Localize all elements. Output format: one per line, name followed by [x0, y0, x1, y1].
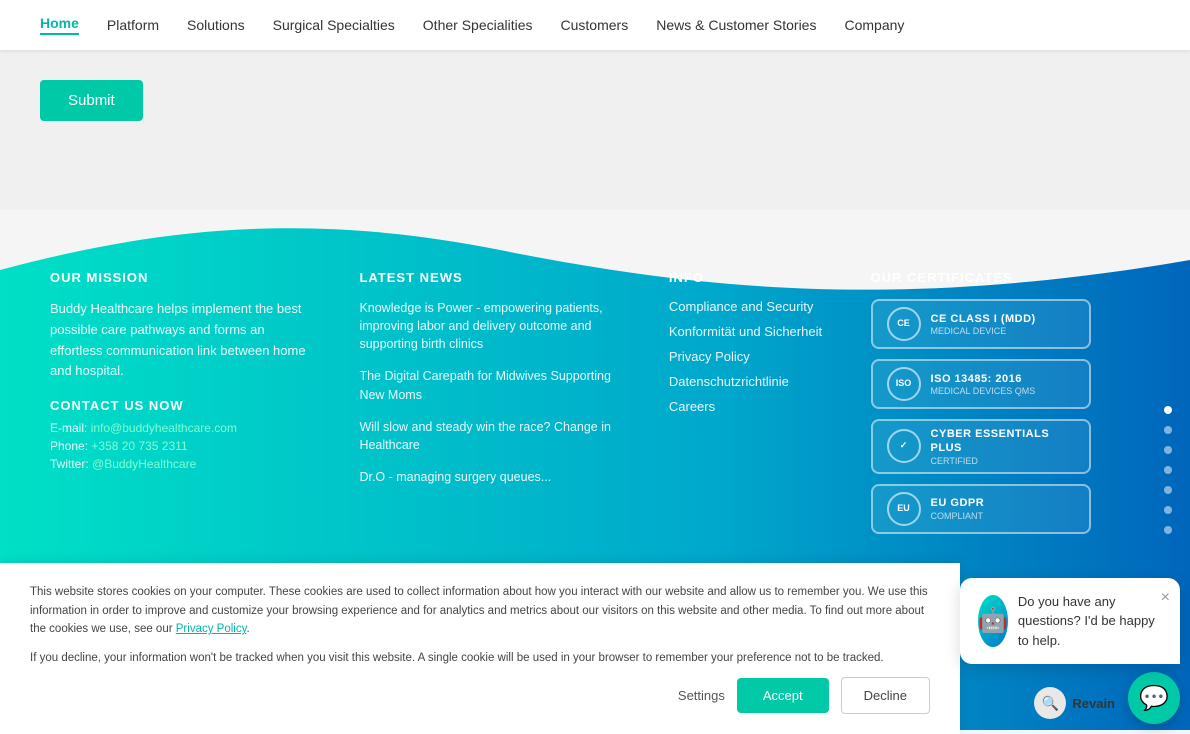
cert-text-iso: ISO 13485: 2016 MEDICAL DEVICES QMS — [931, 372, 1036, 396]
nav-item-other-specialities[interactable]: Other Specialities — [423, 17, 533, 33]
dot-7[interactable] — [1164, 526, 1172, 534]
news-item-2[interactable]: The Digital Carepath for Midwives Suppor… — [359, 367, 628, 403]
cookie-text-decline-info: If you decline, your information won't b… — [30, 649, 930, 667]
info-heading: INFO — [669, 270, 831, 285]
news-item-4[interactable]: Dr.O - managing surgery queues... — [359, 468, 628, 486]
email-value[interactable]: info@buddyhealthcare.com — [91, 421, 237, 435]
cert-badge-iso: ISO ISO 13485: 2016 MEDICAL DEVICES QMS — [871, 359, 1091, 409]
revain-icon: 🔍 — [1034, 687, 1066, 719]
cert-text-ce: CE CLASS I (MDD) MEDICAL DEVICE — [931, 312, 1036, 336]
twitter-line: Twitter: @BuddyHealthcare — [50, 457, 319, 471]
info-link-3[interactable]: Privacy Policy — [669, 349, 831, 364]
cookie-actions: Settings Accept Decline — [30, 677, 930, 714]
chat-close-button[interactable]: × — [1161, 586, 1170, 610]
news-item-1[interactable]: Knowledge is Power - empowering patients… — [359, 299, 628, 353]
chat-avatar-row: 🤖 Do you have any questions? I'd be happ… — [978, 592, 1162, 651]
twitter-value[interactable]: @BuddyHealthcare — [92, 457, 196, 471]
dot-5[interactable] — [1164, 486, 1172, 494]
nav-item-platform[interactable]: Platform — [107, 17, 159, 33]
twitter-label: Twitter: — [50, 457, 89, 471]
nav-item-company[interactable]: Company — [844, 17, 904, 33]
revain-label[interactable]: Revain — [1072, 696, 1115, 711]
nav-item-home[interactable]: Home — [40, 15, 79, 35]
navbar: Home Platform Solutions Surgical Special… — [0, 0, 1190, 50]
privacy-policy-link[interactable]: Privacy Policy — [176, 623, 247, 635]
footer-content: OUR MISSION Buddy Healthcare helps imple… — [0, 210, 1190, 584]
footer-certificates-column: OUR CERTIFICATES CE CE CLASS I (MDD) MED… — [871, 270, 1140, 544]
dot-1[interactable] — [1164, 406, 1172, 414]
info-link-2[interactable]: Konformität und Sicherheit — [669, 324, 831, 339]
cookie-settings-button[interactable]: Settings — [678, 688, 725, 703]
chat-bubble: × 🤖 Do you have any questions? I'd be ha… — [960, 578, 1180, 665]
footer-mission-column: OUR MISSION Buddy Healthcare helps imple… — [50, 270, 319, 544]
mission-text: Buddy Healthcare helps implement the bes… — [50, 299, 319, 382]
dot-6[interactable] — [1164, 506, 1172, 514]
info-link-4[interactable]: Datenschutzrichtlinie — [669, 374, 831, 389]
cyber-icon: ✓ — [887, 429, 921, 463]
email-label: E-mail: — [50, 421, 87, 435]
ce-icon: CE — [887, 307, 921, 341]
iso-icon: ISO — [887, 367, 921, 401]
footer-info-column: INFO Compliance and Security Konformität… — [669, 270, 831, 544]
contact-heading: CONTACT US NOW — [50, 398, 319, 413]
cert-text-gdpr: EU GDPR COMPLIANT — [931, 496, 985, 520]
cookie-text-main: This website stores cookies on your comp… — [30, 583, 930, 638]
top-content-area: Submit — [0, 50, 1190, 210]
info-link-5[interactable]: Careers — [669, 399, 831, 414]
cookie-decline-button[interactable]: Decline — [841, 677, 930, 714]
section-dots-nav — [1164, 406, 1172, 534]
nav-item-news[interactable]: News & Customer Stories — [656, 17, 816, 33]
nav-item-customers[interactable]: Customers — [561, 17, 629, 33]
chat-open-button[interactable]: 💬 — [1128, 672, 1180, 724]
cert-badge-gdpr: EU EU GDPR COMPLIANT — [871, 484, 1091, 534]
cookie-banner: This website stores cookies on your comp… — [0, 563, 960, 734]
cert-badge-ce: CE CE CLASS I (MDD) MEDICAL DEVICE — [871, 299, 1091, 349]
phone-line: Phone: +358 20 735 2311 — [50, 439, 319, 453]
news-heading: LATEST NEWS — [359, 270, 628, 285]
nav-item-solutions[interactable]: Solutions — [187, 17, 245, 33]
dot-4[interactable] — [1164, 466, 1172, 474]
submit-button[interactable]: Submit — [40, 80, 143, 121]
cert-badge-cyber: ✓ CYBER ESSENTIALS PLUS CERTIFIED — [871, 419, 1091, 474]
phone-value: +358 20 735 2311 — [91, 439, 187, 453]
dot-3[interactable] — [1164, 446, 1172, 454]
certs-heading: OUR CERTIFICATES — [871, 270, 1140, 285]
email-line: E-mail: info@buddyhealthcare.com — [50, 421, 319, 435]
nav-item-surgical[interactable]: Surgical Specialties — [273, 17, 395, 33]
gdpr-icon: EU — [887, 492, 921, 526]
cookie-accept-button[interactable]: Accept — [737, 678, 829, 713]
cert-text-cyber: CYBER ESSENTIALS PLUS CERTIFIED — [931, 427, 1075, 466]
mission-heading: OUR MISSION — [50, 270, 319, 285]
chat-message: Do you have any questions? I'd be happy … — [1018, 592, 1162, 651]
news-item-3[interactable]: Will slow and steady win the race? Chang… — [359, 418, 628, 454]
chat-avatar: 🤖 — [978, 595, 1008, 647]
info-link-1[interactable]: Compliance and Security — [669, 299, 831, 314]
dot-2[interactable] — [1164, 426, 1172, 434]
footer-news-column: LATEST NEWS Knowledge is Power - empower… — [359, 270, 628, 544]
revain-area: 🔍 Revain — [1034, 687, 1115, 719]
phone-label: Phone: — [50, 439, 88, 453]
